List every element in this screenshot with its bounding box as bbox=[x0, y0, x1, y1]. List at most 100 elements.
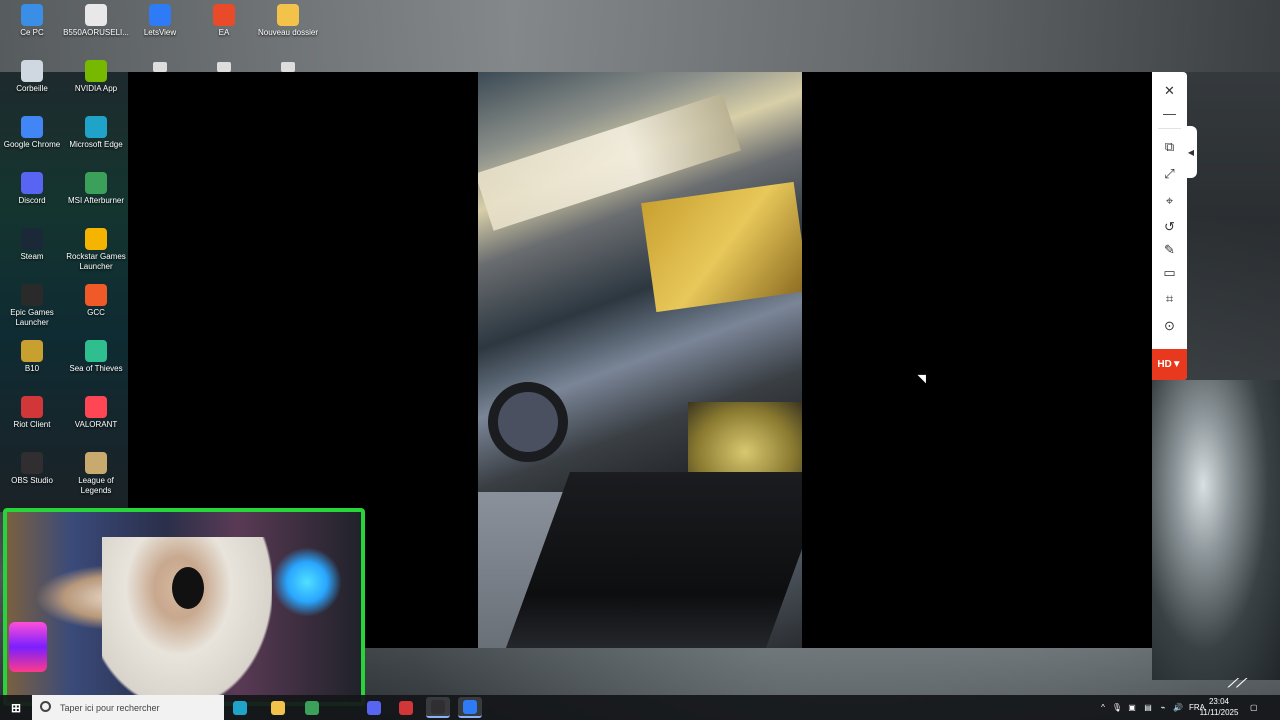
desktop-icon-label: Discord bbox=[18, 196, 46, 205]
desktop-icon-label: GCC bbox=[87, 308, 105, 317]
desktop-icon-label: Sea of Thieves bbox=[69, 364, 123, 373]
desktop-icon-label: Corbeille bbox=[16, 84, 48, 93]
desktop-icon-steam[interactable]: Steam bbox=[0, 228, 64, 284]
desktop-icon-epic-games-launcher[interactable]: Epic Games Launcher bbox=[0, 284, 64, 340]
edge-icon bbox=[85, 116, 107, 138]
taskbar: ⊞ Taper ici pour rechercher ^ 🎙 ▣ ▤ ⌁ 🔊 … bbox=[0, 695, 1280, 720]
explorer-taskbar[interactable] bbox=[266, 697, 290, 718]
microphone-icon[interactable]: 🎙 bbox=[1110, 703, 1124, 712]
clock-date: 11/11/2025 bbox=[1199, 708, 1239, 717]
quality-hd-button[interactable]: HD▼ bbox=[1152, 349, 1187, 380]
collapse-toolbar-tab[interactable]: ◀ bbox=[1185, 126, 1197, 178]
letsview-icon bbox=[463, 699, 477, 714]
neon-sign bbox=[9, 622, 47, 672]
rockstar-icon bbox=[85, 228, 107, 250]
desktop-icon-b550aoruseli[interactable]: B550AORUSELI... bbox=[63, 4, 129, 60]
recycle-bin-icon bbox=[21, 60, 43, 82]
whiteboard-icon: ▭ bbox=[1163, 265, 1176, 280]
valorant-icon bbox=[85, 396, 107, 418]
desktop-icon-discord[interactable]: Discord bbox=[0, 172, 64, 228]
b10-icon bbox=[21, 340, 43, 362]
streamer-logo: ⟋⟋ bbox=[1228, 676, 1245, 690]
edge-taskbar[interactable] bbox=[228, 697, 252, 718]
desktop-icon-letsview[interactable]: LetsView bbox=[128, 4, 192, 60]
epic-icon bbox=[21, 284, 43, 306]
desktop-icon-corbeille[interactable]: Corbeille bbox=[0, 60, 64, 116]
chevron-up-icon[interactable]: ^ bbox=[1096, 703, 1110, 712]
app-taskbar[interactable] bbox=[300, 697, 324, 718]
draw-icon: ✎ bbox=[1164, 242, 1175, 257]
rotate-button[interactable]: ↺ bbox=[1152, 216, 1187, 238]
rockstar-taskbar[interactable] bbox=[394, 697, 418, 718]
network-icon[interactable]: ▤ bbox=[1140, 703, 1156, 712]
desktop-icon-valorant[interactable]: VALORANT bbox=[64, 396, 128, 452]
computer-icon bbox=[21, 4, 43, 26]
desktop-icon-label: MSI Afterburner bbox=[67, 196, 125, 205]
edge-icon bbox=[233, 700, 247, 715]
riot-icon bbox=[21, 396, 43, 418]
draw-button[interactable]: ✎ bbox=[1152, 239, 1187, 261]
desktop-icon-label: Steam bbox=[20, 252, 44, 261]
notification-area[interactable]: ▢ bbox=[1250, 695, 1258, 720]
start-button[interactable]: ⊞ bbox=[4, 697, 28, 718]
pin-icon: ⌖ bbox=[1165, 193, 1174, 208]
ea-icon bbox=[213, 4, 235, 26]
sea-of-thieves-icon bbox=[85, 340, 107, 362]
desktop-icon-label: Nouveau dossier bbox=[257, 28, 319, 37]
desktop-icon-b10[interactable]: B10 bbox=[0, 340, 64, 396]
crop-button[interactable]: ⌗ bbox=[1152, 288, 1187, 310]
desktop-icon-label: OBS Studio bbox=[11, 476, 53, 485]
hexagon-light bbox=[272, 547, 342, 617]
notification-icon[interactable]: ▢ bbox=[1250, 703, 1258, 712]
wallpaper-car-image bbox=[1152, 380, 1280, 680]
desktop-icon-rockstar-games-launcher[interactable]: Rockstar Games Launcher bbox=[64, 228, 128, 284]
obs-taskbar[interactable] bbox=[426, 697, 450, 718]
pin-button[interactable]: ⌖ bbox=[1152, 190, 1187, 212]
fullscreen-button[interactable]: ⤢ bbox=[1152, 163, 1187, 185]
desktop-icon-label: League of Legends bbox=[78, 476, 114, 495]
discord-taskbar[interactable] bbox=[362, 697, 386, 718]
desktop-icon-msi-afterburner[interactable]: MSI Afterburner bbox=[64, 172, 128, 228]
minimize-button[interactable]: — bbox=[1152, 102, 1187, 124]
desktop-icon-microsoft-edge[interactable]: Microsoft Edge bbox=[64, 116, 128, 172]
rotate-icon: ↺ bbox=[1164, 219, 1175, 234]
desktop-icon-league-of-legends[interactable]: League of Legends bbox=[64, 452, 128, 508]
obs-icon bbox=[21, 452, 43, 474]
search-icon bbox=[40, 701, 51, 712]
screen-mirror-button[interactable]: ⧉ bbox=[1152, 136, 1187, 158]
desktop-icon-label: B10 bbox=[24, 364, 40, 373]
desktop-icon-label: EA bbox=[218, 28, 230, 37]
close-button[interactable]: ✕ bbox=[1152, 80, 1187, 102]
desktop-icon-sea-of-thieves[interactable]: Sea of Thieves bbox=[64, 340, 128, 396]
desktop-icon-gcc[interactable]: GCC bbox=[64, 284, 128, 340]
desktop-icon-nouveau-dossier[interactable]: Nouveau dossier bbox=[256, 4, 320, 60]
taskbar-search-box[interactable]: Taper ici pour rechercher bbox=[32, 695, 224, 720]
desktop-icon-label: VALORANT bbox=[74, 420, 118, 429]
file-icon bbox=[85, 4, 107, 26]
chevron-left-icon: ◀ bbox=[1187, 147, 1195, 157]
desktop-icon-ea[interactable]: EA bbox=[192, 4, 256, 60]
desktop-icon-google-chrome[interactable]: Google Chrome bbox=[0, 116, 64, 172]
taskbar-clock[interactable]: 23:04 11/11/2025 bbox=[1196, 695, 1242, 720]
desktop-icon-nvidia-app[interactable]: NVIDIA App bbox=[64, 60, 128, 116]
desktop-icon-ce-pc[interactable]: Ce PC bbox=[0, 4, 64, 60]
crop-icon: ⌗ bbox=[1165, 291, 1174, 306]
search-placeholder: Taper ici pour rechercher bbox=[60, 702, 160, 713]
game-icon bbox=[217, 62, 231, 72]
folder-icon bbox=[277, 4, 299, 26]
webcam-overlay bbox=[3, 508, 365, 706]
record-button[interactable]: ⊙ bbox=[1152, 315, 1187, 337]
record-icon: ⊙ bbox=[1164, 318, 1175, 333]
volume-icon[interactable]: 🔊 bbox=[1170, 703, 1186, 712]
letsview-taskbar[interactable] bbox=[458, 697, 482, 718]
usb-icon[interactable]: ⌁ bbox=[1156, 703, 1170, 712]
display-icon[interactable]: ▣ bbox=[1124, 703, 1140, 712]
gcc-icon bbox=[85, 284, 107, 306]
desktop-icon-obs-studio[interactable]: OBS Studio bbox=[0, 452, 64, 508]
nvidia-icon bbox=[85, 60, 107, 82]
desktop-icon-riot-client[interactable]: Riot Client bbox=[0, 396, 64, 452]
whiteboard-button[interactable]: ▭ bbox=[1152, 262, 1187, 284]
desktop-icon-label: Riot Client bbox=[13, 420, 51, 429]
discord-icon bbox=[367, 700, 381, 715]
toolbar-divider bbox=[1158, 128, 1181, 129]
